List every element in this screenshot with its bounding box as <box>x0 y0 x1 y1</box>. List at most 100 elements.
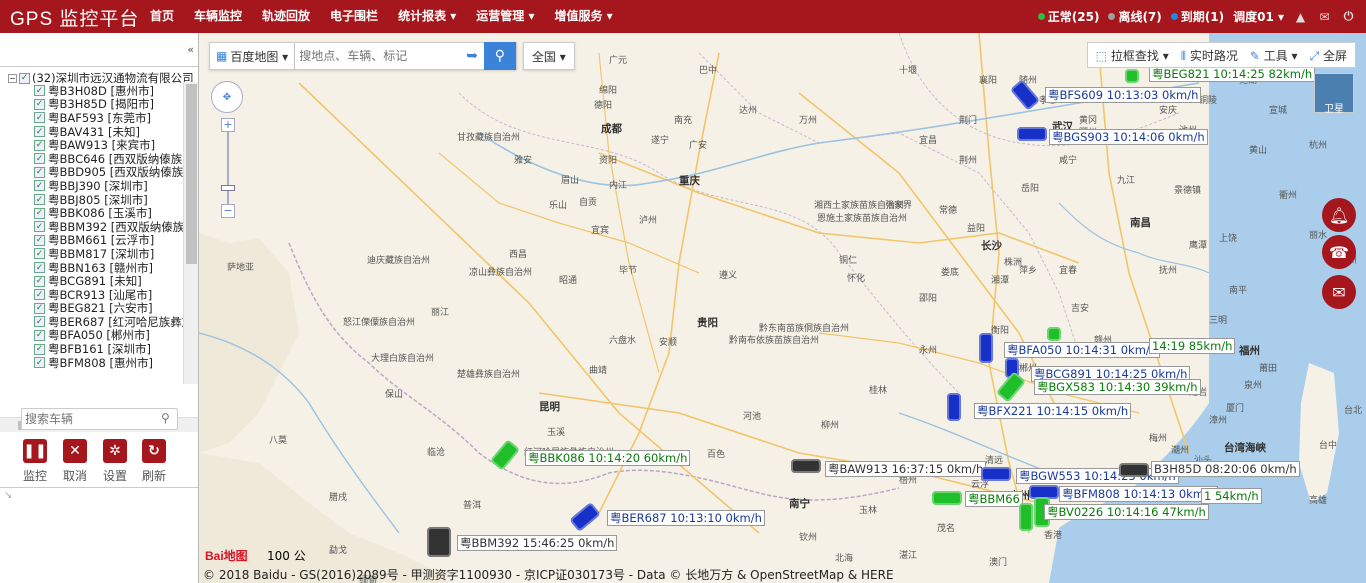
phone-icon[interactable]: ☎ <box>1322 235 1356 269</box>
vehicle-car-icon[interactable] <box>1019 503 1033 531</box>
alarm-icon[interactable]: ▲ <box>1293 9 1308 24</box>
nav-home[interactable]: 首页 <box>140 0 184 33</box>
tools-menu[interactable]: ✎ 工具 ▾ <box>1250 47 1298 64</box>
checkbox-icon[interactable]: ✓ <box>34 262 45 274</box>
checkbox-icon[interactable]: ✓ <box>34 289 45 301</box>
tree-vertical-scrollbar[interactable] <box>183 82 198 384</box>
vehicle-tree-item[interactable]: ✓ 粤BCG891 [未知] <box>34 274 184 288</box>
checkbox-icon[interactable]: ✓ <box>34 166 45 178</box>
vehicle-tree-item[interactable]: ✓ 粤BBM661 [云浮市] <box>34 234 184 247</box>
vehicle-tree-item[interactable]: ✓ 粤BAW913 [来宾市] <box>34 138 184 152</box>
collapse-node-icon[interactable]: − <box>8 73 17 83</box>
map-search-input[interactable] <box>295 43 461 69</box>
vehicle-tree-item[interactable]: ✓ 粤BAF593 [东莞市] <box>34 111 184 125</box>
vehicle-car-icon[interactable] <box>791 459 821 473</box>
vehicle-label[interactable]: 粤BFA050 10:14:31 0km/h <box>1004 342 1161 358</box>
vehicle-label[interactable]: B3H85D 08:20:06 0km/h <box>1151 461 1300 477</box>
vehicle-label[interactable]: 粤BGS903 10:14:06 0km/h <box>1049 129 1208 145</box>
vehicle-tree-item[interactable]: ✓粤BBD905 [西双版纳傣族自治州] <box>34 166 184 179</box>
route-icon[interactable]: ➥ <box>460 48 484 64</box>
layer-selector[interactable]: ▦ 百度地图 ▾ <box>209 42 296 70</box>
pan-control-icon[interactable]: ✥ <box>211 81 243 113</box>
zoom-slider-track[interactable] <box>227 132 229 204</box>
vehicle-tree-item[interactable]: ✓ 粤BAV431 [未知] <box>34 125 184 138</box>
box-search-tool[interactable]: ⬚ 拉框查找 ▾ <box>1096 47 1169 64</box>
checkbox-icon[interactable]: ✓ <box>34 275 45 287</box>
vehicle-label[interactable]: 粤BER687 10:13:10 0km/h <box>607 510 765 526</box>
vehicle-label[interactable]: 粤BFX221 10:14:15 0km/h <box>974 403 1132 419</box>
collapse-sidebar-icon[interactable]: « <box>187 43 194 56</box>
vehicle-tree-item[interactable]: ✓ 粤BBM817 [深圳市] <box>34 247 184 261</box>
status-expired[interactable]: 到期(1) <box>1170 8 1224 25</box>
fullscreen-tool[interactable]: ⤢ 全屏 <box>1310 47 1347 64</box>
vehicle-tree-item[interactable]: ✓粤BER687 [红河哈尼族彝族自治州] <box>34 315 184 329</box>
nav-value-added[interactable]: 增值服务 ▾ <box>544 0 622 33</box>
vehicle-label[interactable]: 粤BV0226 10:14:16 47km/h <box>1044 504 1209 520</box>
vehicle-tree-item[interactable]: ✓ 粤B3H08D [惠州市] <box>34 84 184 98</box>
vehicle-car-icon[interactable] <box>932 491 962 505</box>
checkbox-icon[interactable]: ✓ <box>34 180 45 192</box>
dispatcher-menu[interactable]: 调度01 ▾ <box>1233 8 1284 25</box>
checkbox-icon[interactable]: ✓ <box>34 194 45 206</box>
vehicle-tree-item[interactable]: ✓ 粤BBJ390 [深圳市] <box>34 179 184 193</box>
vehicle-label[interactable]: 粤BFS609 10:13:03 0km/h <box>1045 87 1202 103</box>
settings-button[interactable]: ✲ 设置 <box>100 439 130 484</box>
vehicle-label[interactable]: 粤BAW913 16:37:15 0km/h <box>825 461 987 477</box>
status-normal[interactable]: 正常(25) <box>1037 8 1099 25</box>
map-canvas[interactable]: 成都重庆贵阳昆明南宁长沙武汉南昌福州广州台湾海峡萨地亚八莫勐戈缅甸腊戌大理白族自… <box>199 33 1366 583</box>
checkbox-icon[interactable]: ✓ <box>34 234 45 246</box>
vehicle-label[interactable]: 14:19 85km/h <box>1149 338 1236 354</box>
vehicle-tree-item[interactable]: ✓ 粤BFM808 [惠州市] <box>34 356 184 369</box>
vehicle-car-icon[interactable] <box>981 467 1011 481</box>
vehicle-label[interactable]: 粤BBK086 10:14:20 60km/h <box>525 450 691 466</box>
vehicle-label[interactable]: 粤BFM808 10:14:13 0km/h <box>1059 486 1219 502</box>
wechat-icon[interactable]: ✉ <box>1322 275 1356 309</box>
alarm-bell-icon[interactable]: 🔔︎ <box>1322 198 1356 232</box>
checkbox-icon[interactable]: ✓ <box>34 329 45 341</box>
checkbox-icon[interactable]: ✓ <box>34 139 45 151</box>
vehicle-tree-item[interactable]: ✓ 粤BFB161 [深圳市] <box>34 342 184 356</box>
vehicle-label[interactable]: 粤BEG821 10:14:25 82km/h <box>1149 66 1316 82</box>
checkbox-icon[interactable]: ✓ <box>34 153 45 165</box>
checkbox-icon[interactable]: ✓ <box>34 357 45 369</box>
vehicle-label[interactable]: 粤BBM392 15:46:25 0km/h <box>457 535 618 551</box>
nav-vehicle-monitor[interactable]: 车辆监控 <box>184 0 252 33</box>
zoom-out-button[interactable]: − <box>221 204 235 218</box>
checkbox-icon[interactable]: ✓ <box>34 85 45 97</box>
vehicle-car-icon[interactable] <box>979 333 993 363</box>
vehicle-tree-item[interactable]: ✓ 粤BBJ805 [深圳市] <box>34 193 184 206</box>
vehicle-tree-item[interactable]: ✓ 粤B3H85D [揭阳市] <box>34 98 184 111</box>
zoom-in-button[interactable]: + <box>221 118 235 132</box>
vehicle-label[interactable]: 粤BBM66 <box>965 491 1023 507</box>
checkbox-icon[interactable]: ✓ <box>19 72 30 84</box>
nav-reports[interactable]: 统计报表 ▾ <box>388 0 466 33</box>
vehicle-label[interactable]: 1 54km/h <box>1201 488 1262 504</box>
realtime-traffic-tool[interactable]: ⦀ 实时路况 <box>1181 47 1238 64</box>
checkbox-icon[interactable]: ✓ <box>34 343 45 355</box>
scroll-thumb[interactable] <box>186 84 197 264</box>
checkbox-icon[interactable]: ✓ <box>34 112 45 124</box>
status-offline[interactable]: 离线(7) <box>1108 8 1162 25</box>
checkbox-icon[interactable]: ✓ <box>34 316 45 328</box>
zoom-slider-thumb[interactable] <box>221 185 235 191</box>
vehicle-tree-item[interactable]: ✓ 粤BCR913 [汕尾市] <box>34 288 184 302</box>
search-icon[interactable]: ⚲ <box>161 411 170 425</box>
checkbox-icon[interactable]: ✓ <box>34 302 45 314</box>
vehicle-car-icon[interactable] <box>427 527 451 557</box>
vehicle-car-icon[interactable] <box>1017 127 1047 141</box>
cancel-button[interactable]: ✕ 取消 <box>60 439 90 484</box>
vehicle-tree-item[interactable]: ✓ 粤BEG821 [六安市] <box>34 302 184 315</box>
region-selector[interactable]: 全国 ▾ <box>522 42 575 70</box>
vehicle-search-input[interactable] <box>21 408 178 430</box>
vehicle-label[interactable]: 粤BGX583 10:14:30 39km/h <box>1034 379 1201 395</box>
vehicle-car-icon[interactable] <box>1047 327 1061 341</box>
vehicle-tree-item[interactable]: ✓ 粤BFA050 [郴州市] <box>34 329 184 342</box>
resize-icon[interactable]: ↘ <box>4 490 12 501</box>
refresh-button[interactable]: ↻ 刷新 <box>139 439 169 484</box>
power-icon[interactable]: ⏻ <box>1341 9 1356 24</box>
vehicle-tree-item[interactable]: ✓粤BBC646 [西双版纳傣族自治州] <box>34 152 184 166</box>
checkbox-icon[interactable]: ✓ <box>34 126 45 138</box>
satellite-toggle[interactable]: 卫星 <box>1314 73 1354 115</box>
nav-geofence[interactable]: 电子围栏 <box>320 0 388 33</box>
checkbox-icon[interactable]: ✓ <box>34 98 45 110</box>
